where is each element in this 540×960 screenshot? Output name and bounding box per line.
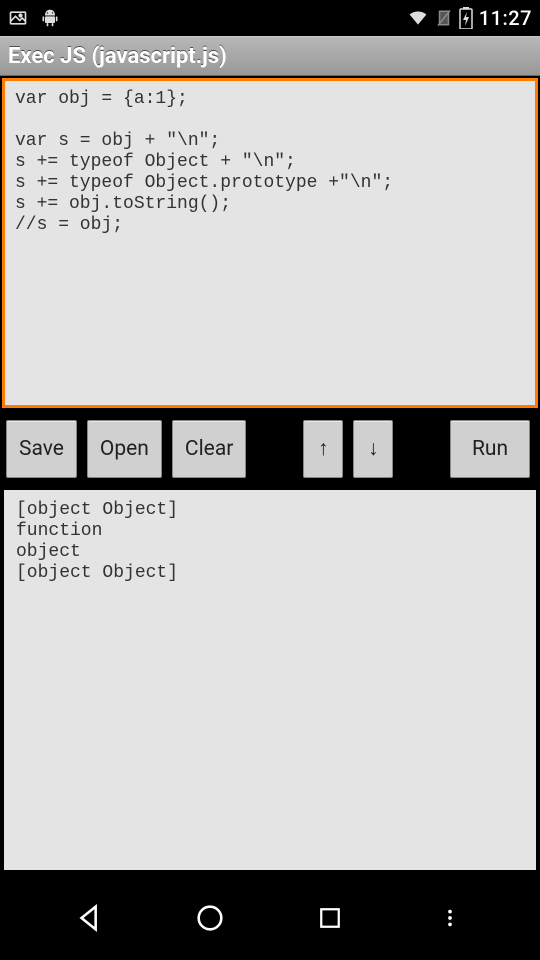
- scroll-down-button[interactable]: ↓: [353, 420, 393, 478]
- recent-button[interactable]: [308, 896, 352, 940]
- status-clock: 11:27: [479, 6, 532, 30]
- content-area: var obj = {a:1}; var s = obj + "\n"; s +…: [0, 76, 540, 876]
- code-editor[interactable]: var obj = {a:1}; var s = obj + "\n"; s +…: [2, 78, 538, 408]
- navigation-bar: [0, 876, 540, 960]
- scroll-up-button[interactable]: ↑: [303, 420, 343, 478]
- recent-icon: [315, 903, 345, 933]
- home-button[interactable]: [188, 896, 232, 940]
- wifi-icon: [407, 8, 429, 28]
- clear-button[interactable]: Clear: [172, 420, 246, 478]
- back-icon: [73, 901, 107, 935]
- app-bar: Exec JS (javascript.js): [0, 36, 540, 76]
- back-button[interactable]: [68, 896, 112, 940]
- status-left: [8, 8, 60, 28]
- app-title: Exec JS (javascript.js): [8, 44, 227, 69]
- photo-icon: [8, 8, 28, 28]
- status-right: 11:27: [407, 6, 532, 30]
- status-bar: 11:27: [0, 0, 540, 36]
- toolbar: Save Open Clear ↑ ↓ Run: [0, 412, 540, 486]
- battery-charging-icon: [459, 7, 473, 29]
- menu-button[interactable]: [428, 896, 472, 940]
- kebab-menu-icon: [439, 903, 461, 933]
- output-panel: [object Object] function object [object …: [4, 490, 536, 870]
- open-button[interactable]: Open: [87, 420, 162, 478]
- save-button[interactable]: Save: [6, 420, 77, 478]
- no-sim-icon: [435, 8, 453, 28]
- android-icon: [40, 8, 60, 28]
- run-button[interactable]: Run: [450, 420, 530, 478]
- home-icon: [193, 901, 227, 935]
